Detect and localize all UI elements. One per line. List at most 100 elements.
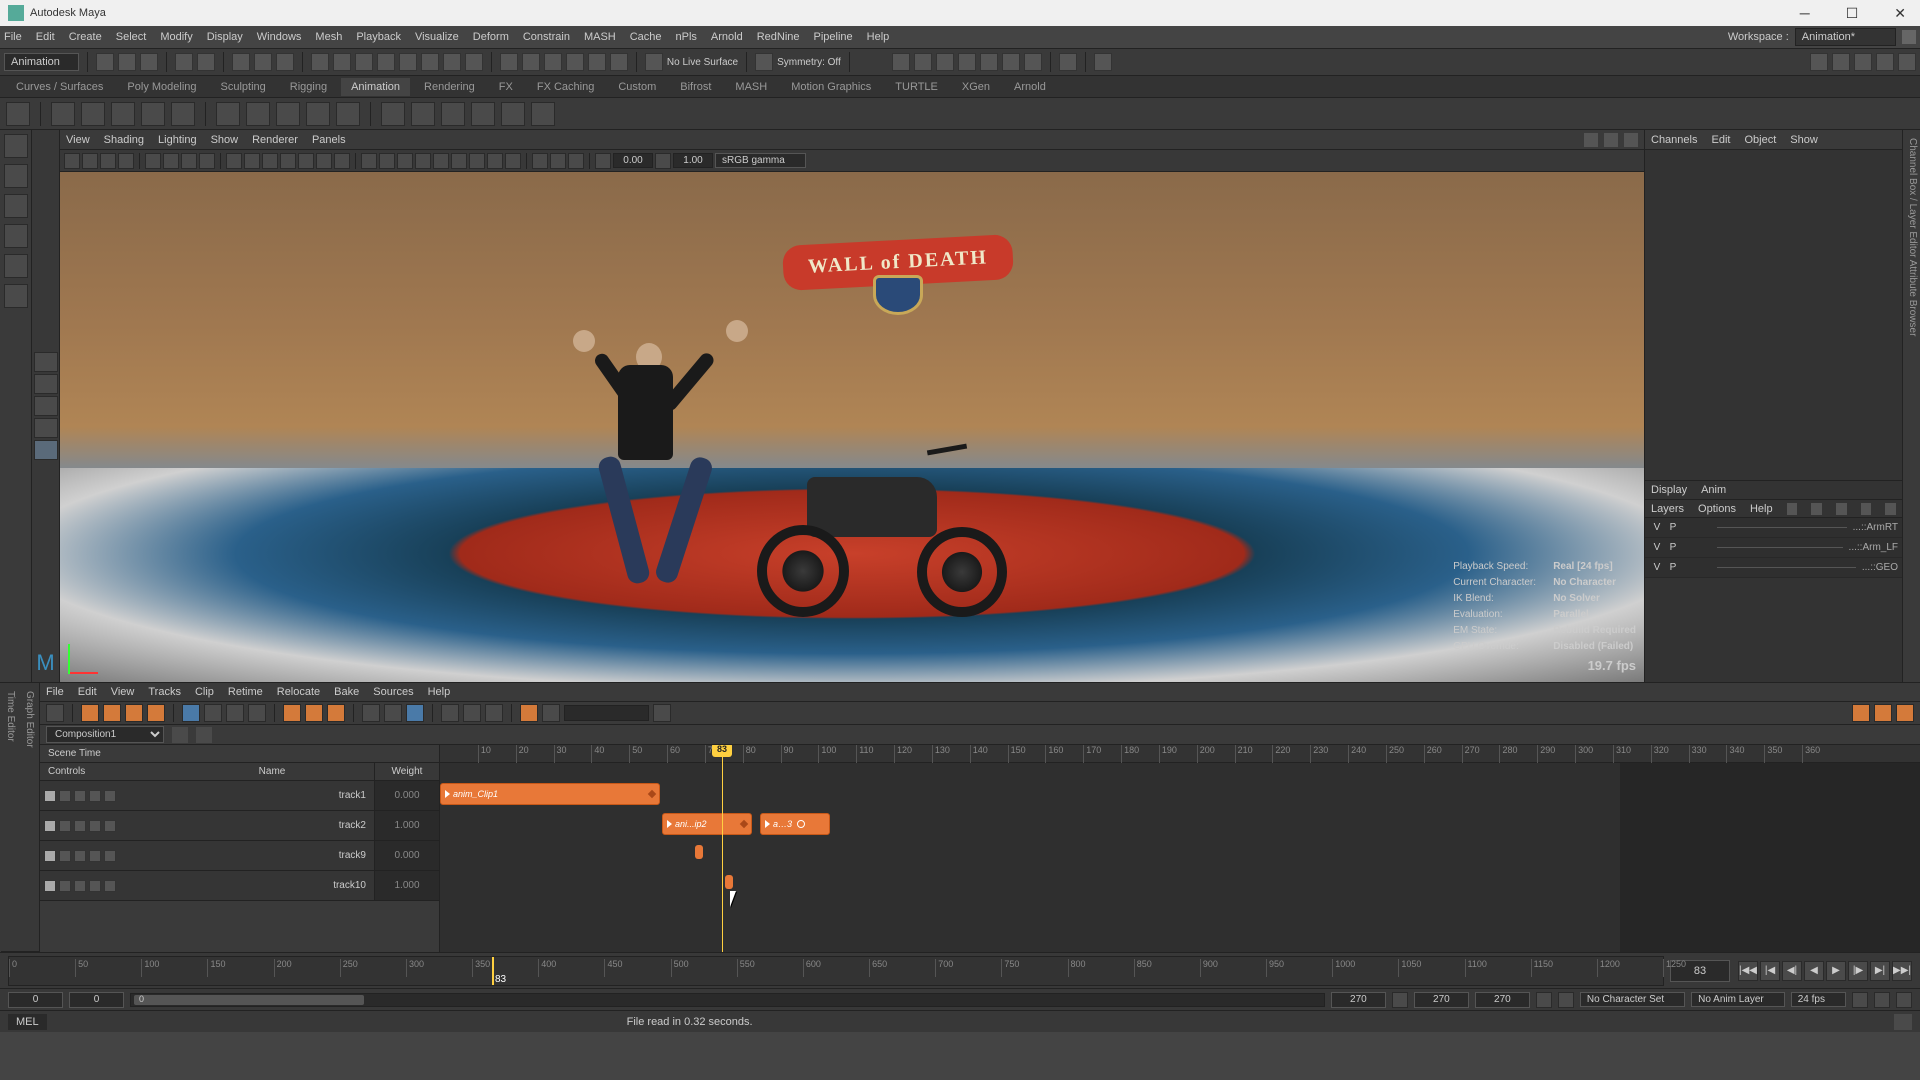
menu-cache[interactable]: Cache [630,31,662,43]
tab-mash[interactable]: MASH [725,78,777,96]
shelf-btn-10[interactable] [336,102,360,126]
close-button[interactable]: ✕ [1888,5,1912,22]
step-forward-button[interactable]: |▶ [1848,961,1868,981]
pause-icon[interactable] [1059,53,1077,71]
layout4-icon[interactable] [1876,53,1894,71]
shelf-btn-5[interactable] [171,102,195,126]
mask8-icon[interactable] [465,53,483,71]
ql-icon-4[interactable] [34,418,58,438]
tab-mograph[interactable]: Motion Graphics [781,78,881,96]
play-back-button[interactable]: ◀ [1804,961,1824,981]
shelf-btn-15[interactable] [501,102,525,126]
te-clip-3[interactable]: a…3 [760,813,830,835]
lasso-tool-icon[interactable] [4,164,28,188]
te-tool-7[interactable] [226,704,244,722]
te-clip-small-2[interactable] [725,875,733,889]
menu-mesh[interactable]: Mesh [315,31,342,43]
menu-modify[interactable]: Modify [160,31,192,43]
shelf-btn-12[interactable] [411,102,435,126]
layer-row[interactable]: VP...::ArmRT [1645,518,1902,538]
tab-poly[interactable]: Poly Modeling [117,78,206,96]
prefs-icon[interactable] [1896,992,1912,1008]
tab-fxcache[interactable]: FX Caching [527,78,604,96]
workspace-select[interactable]: Animation* [1795,28,1896,46]
vpt-icon-7[interactable] [181,153,197,169]
mask1-icon[interactable] [311,53,329,71]
menu-rednine[interactable]: RedNine [757,31,800,43]
vpt-icon-14[interactable] [316,153,332,169]
te-tool-10[interactable] [305,704,323,722]
te-comp-btn-2[interactable] [196,727,212,743]
te-menu-view[interactable]: View [111,686,135,698]
te-tool-mute-icon[interactable] [46,704,64,722]
te-tool-13[interactable] [384,704,402,722]
layer-row[interactable]: VP...::GEO [1645,558,1902,578]
sel-comp-icon[interactable] [276,53,294,71]
new-scene-icon[interactable] [96,53,114,71]
menu-select[interactable]: Select [116,31,147,43]
sel-obj-icon[interactable] [254,53,272,71]
vpt-icon-9[interactable] [226,153,242,169]
te-vtab-time[interactable]: Time Editor [1,683,20,952]
shelf-btn-3[interactable] [111,102,135,126]
te-tool-20[interactable] [653,704,671,722]
te-tool-6[interactable] [204,704,222,722]
ql-icon-2[interactable] [34,374,58,394]
shelf-btn-8[interactable] [276,102,300,126]
sym-icon[interactable] [755,53,773,71]
script-lang-toggle[interactable]: MEL [8,1014,47,1030]
te-tool-11[interactable] [327,704,345,722]
move-tool-icon[interactable] [4,194,28,218]
symmetry-label[interactable]: Symmetry: Off [777,57,841,68]
te-tool-15[interactable] [441,704,459,722]
ql-icon-5[interactable] [34,440,58,460]
rp-tab-show[interactable]: Show [1790,134,1818,146]
save-scene-icon[interactable] [140,53,158,71]
shelf-btn-11[interactable] [381,102,405,126]
rp-tab-edit[interactable]: Edit [1711,134,1730,146]
range-endfar-field[interactable]: 270 [1475,992,1530,1008]
vpt-icon-12[interactable] [280,153,296,169]
layout1-icon[interactable] [1810,53,1828,71]
rp-sub-icon-3[interactable] [1836,503,1847,515]
loop-icon[interactable] [1852,992,1868,1008]
te-clip-small-1[interactable] [695,845,703,859]
magnet-icon[interactable] [645,53,663,71]
vpt-icon-19[interactable] [415,153,431,169]
te-tool-17[interactable] [485,704,503,722]
shelf-btn-9[interactable] [306,102,330,126]
range-startout-field[interactable]: 0 [8,992,63,1008]
te-menu-clip[interactable]: Clip [195,686,214,698]
open-scene-icon[interactable] [118,53,136,71]
rendersettings-icon[interactable] [980,53,998,71]
te-comp-btn-1[interactable] [172,727,188,743]
rp-sub-icon-4[interactable] [1861,503,1872,515]
te-tool-2[interactable] [103,704,121,722]
te-track-row[interactable]: track21.000 [40,811,439,841]
snap2-icon[interactable] [522,53,540,71]
shelf-btn-7[interactable] [246,102,270,126]
vpt-icon-17[interactable] [379,153,395,169]
vpt-icon-1[interactable] [64,153,80,169]
sel-hier-icon[interactable] [232,53,250,71]
vp-menu-lighting[interactable]: Lighting [158,134,197,146]
te-vtab-graph[interactable]: Graph Editor [20,683,39,952]
vpt-icon-3[interactable] [100,153,116,169]
mask5-icon[interactable] [399,53,417,71]
te-tool-r2[interactable] [1874,704,1892,722]
vpt-icon-15[interactable] [334,153,350,169]
mask4-icon[interactable] [377,53,395,71]
vpt-icon-10[interactable] [244,153,260,169]
te-menu-bake[interactable]: Bake [334,686,359,698]
range-opt-icon-1[interactable] [1536,992,1552,1008]
vpt-icon-26[interactable] [550,153,566,169]
lock-icon[interactable] [1902,30,1916,44]
snap5-icon[interactable] [588,53,606,71]
render-icon[interactable] [892,53,910,71]
menu-pipeline[interactable]: Pipeline [814,31,853,43]
fps-select[interactable]: 24 fps [1791,992,1846,1007]
te-clip-2[interactable]: ani...ip2 [662,813,752,835]
vpt-exposure-icon[interactable] [595,153,611,169]
vpt-colormgmt-select[interactable]: sRGB gamma [715,153,806,168]
time-slider-playhead[interactable]: 83 [492,957,494,985]
